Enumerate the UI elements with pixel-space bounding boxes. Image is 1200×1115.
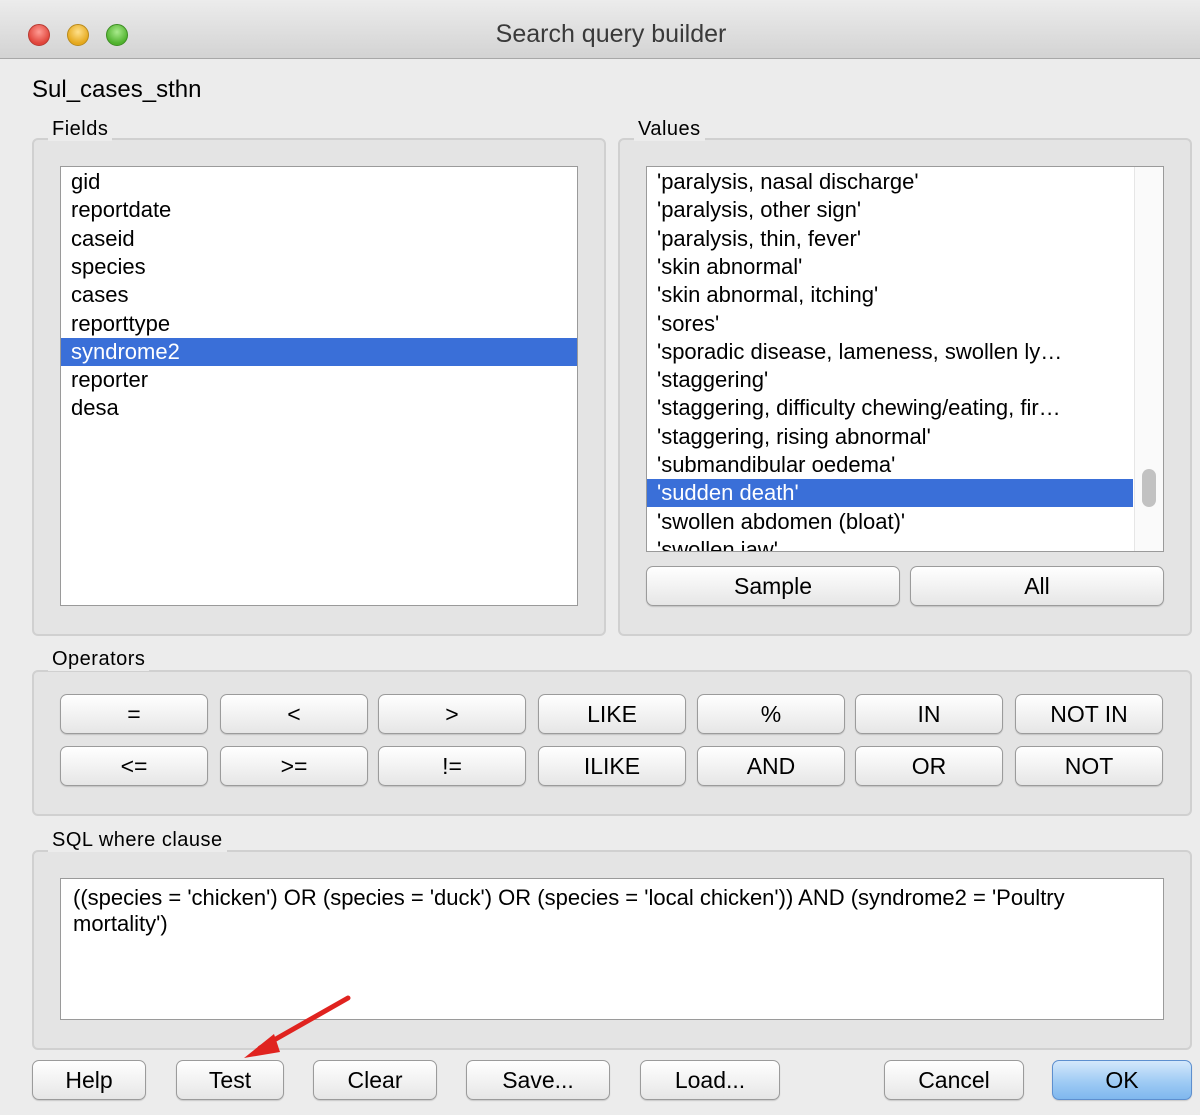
- values-list[interactable]: 'paralysis, nasal discharge''paralysis, …: [646, 166, 1164, 552]
- operator-button[interactable]: <: [220, 694, 368, 734]
- fields-list-item[interactable]: reporter: [61, 366, 577, 394]
- save-button[interactable]: Save...: [466, 1060, 610, 1100]
- values-list-item[interactable]: 'paralysis, nasal discharge': [647, 168, 1133, 196]
- query-builder-window: Search query builder Sul_cases_sthn Fiel…: [0, 0, 1200, 1115]
- values-list-item[interactable]: 'submandibular oedema': [647, 451, 1133, 479]
- title-bar: Search query builder: [0, 0, 1200, 59]
- fields-list-item[interactable]: reportdate: [61, 196, 577, 224]
- operator-button[interactable]: LIKE: [538, 694, 686, 734]
- help-button[interactable]: Help: [32, 1060, 146, 1100]
- values-list-item[interactable]: 'staggering, difficulty chewing/eating, …: [647, 394, 1133, 422]
- layer-name: Sul_cases_sthn: [32, 76, 202, 103]
- values-list-item[interactable]: 'staggering, rising abnormal': [647, 423, 1133, 451]
- operators-label: Operators: [48, 648, 150, 671]
- cancel-button[interactable]: Cancel: [884, 1060, 1024, 1100]
- values-scrollbar-thumb[interactable]: [1142, 469, 1156, 507]
- fields-list-item[interactable]: syndrome2: [61, 337, 577, 366]
- fields-list[interactable]: gid reportdate caseid species cases reporttyp…: [60, 166, 578, 606]
- values-list-item[interactable]: 'swollen abdomen (bloat)': [647, 508, 1133, 536]
- operator-button[interactable]: =: [60, 694, 208, 734]
- all-button[interactable]: All: [910, 566, 1164, 606]
- values-list-item[interactable]: 'swollen jaw': [647, 536, 1133, 551]
- values-list-item[interactable]: 'skin abnormal, itching': [647, 281, 1133, 309]
- fields-list-item[interactable]: desa: [61, 394, 577, 422]
- sql-where-clause-input[interactable]: ((species = 'chicken') OR (species = 'du…: [60, 878, 1164, 1020]
- operator-button[interactable]: OR: [855, 746, 1003, 786]
- operator-button[interactable]: NOT: [1015, 746, 1163, 786]
- values-list-item[interactable]: 'skin abnormal': [647, 253, 1133, 281]
- operator-button[interactable]: !=: [378, 746, 526, 786]
- ok-button[interactable]: OK: [1052, 1060, 1192, 1100]
- fields-list-item[interactable]: gid: [61, 168, 577, 196]
- values-list-item[interactable]: 'sporadic disease, lameness, swollen ly…: [647, 338, 1133, 366]
- fields-label: Fields: [48, 118, 113, 141]
- operator-button[interactable]: %: [697, 694, 845, 734]
- fields-list-item[interactable]: species: [61, 253, 577, 281]
- values-list-item[interactable]: 'paralysis, other sign': [647, 196, 1133, 224]
- operator-button[interactable]: NOT IN: [1015, 694, 1163, 734]
- operator-button[interactable]: >=: [220, 746, 368, 786]
- operator-button[interactable]: AND: [697, 746, 845, 786]
- operator-button[interactable]: <=: [60, 746, 208, 786]
- values-scrollbar[interactable]: [1134, 167, 1163, 551]
- values-list-item[interactable]: 'paralysis, thin, fever': [647, 225, 1133, 253]
- fields-list-item[interactable]: cases: [61, 281, 577, 309]
- sample-button[interactable]: Sample: [646, 566, 900, 606]
- values-list-item[interactable]: 'staggering': [647, 366, 1133, 394]
- window-title: Search query builder: [495, 20, 727, 48]
- operator-button[interactable]: ILIKE: [538, 746, 686, 786]
- fields-list-item[interactable]: caseid: [61, 225, 577, 253]
- values-label: Values: [634, 118, 705, 141]
- load-button[interactable]: Load...: [640, 1060, 780, 1100]
- values-list-item[interactable]: 'sudden death': [647, 479, 1133, 508]
- sql-label: SQL where clause: [48, 829, 227, 852]
- values-list-item[interactable]: 'sores': [647, 310, 1133, 338]
- operators-group: [32, 670, 1192, 816]
- operator-button[interactable]: >: [378, 694, 526, 734]
- operator-button[interactable]: IN: [855, 694, 1003, 734]
- fields-list-item[interactable]: reporttype: [61, 310, 577, 338]
- annotation-arrow-icon: [244, 995, 351, 1058]
